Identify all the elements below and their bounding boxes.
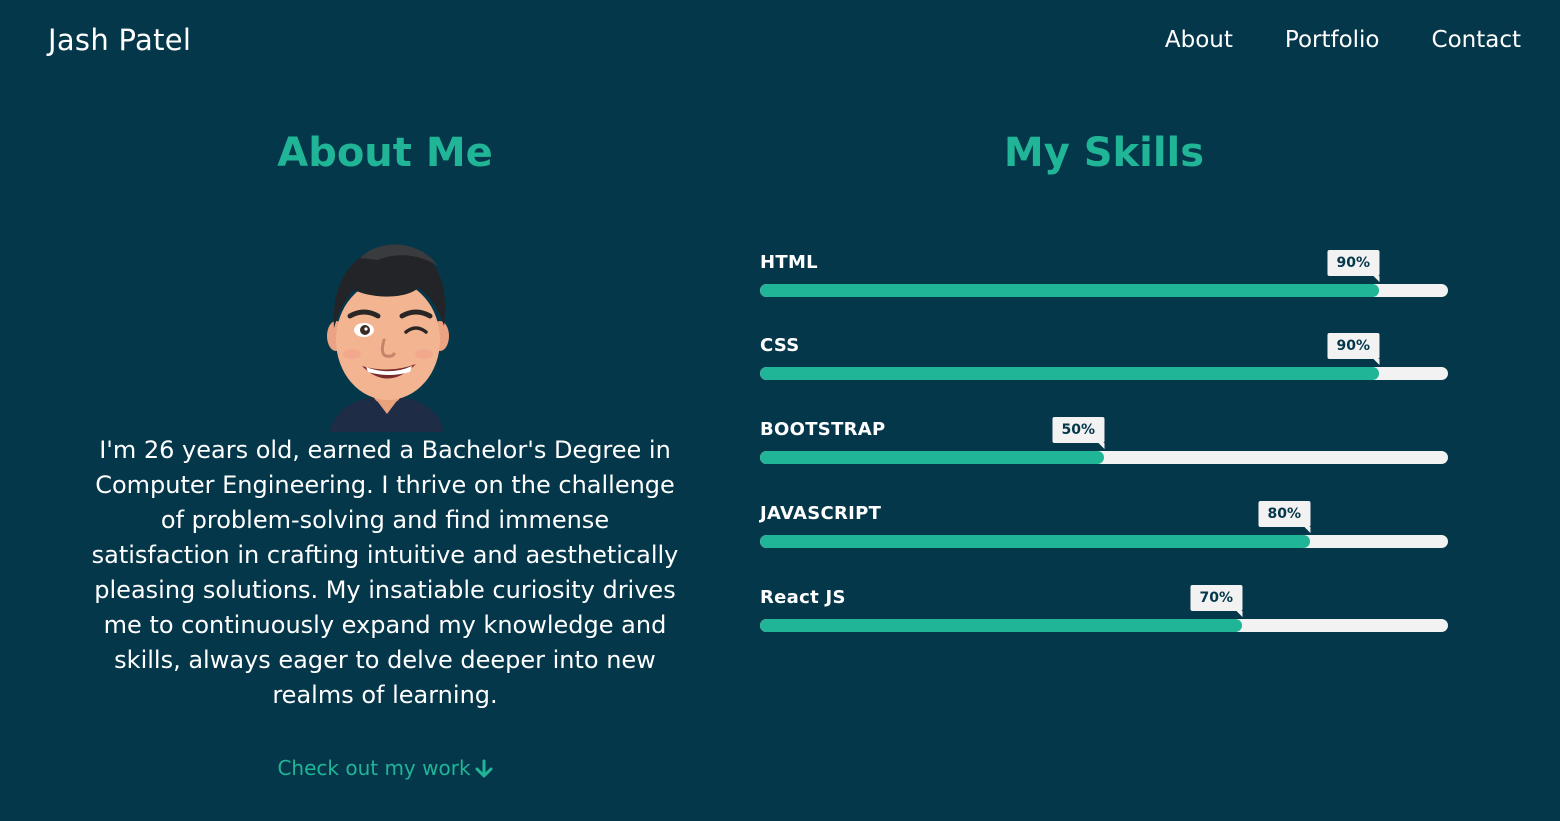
- skill-name: JAVASCRIPT: [760, 503, 882, 524]
- skill-progress-fill: [760, 619, 1242, 632]
- arrow-down-icon: [475, 756, 493, 788]
- skill-bootstrap: BOOTSTRAP 50%: [760, 417, 1448, 481]
- skill-progress-track: [760, 284, 1448, 297]
- avatar: [320, 236, 454, 432]
- skills-title: My Skills: [1003, 130, 1205, 176]
- skill-progress-fill: [760, 451, 1104, 464]
- nav-link-about[interactable]: About: [1165, 27, 1233, 53]
- skill-css: CSS 90%: [760, 333, 1448, 397]
- skill-percent-badge: 90%: [1327, 333, 1379, 365]
- skill-name: BOOTSTRAP: [760, 419, 886, 440]
- nav-link-portfolio[interactable]: Portfolio: [1285, 27, 1380, 53]
- navbar: Jash Patel About Portfolio Contact: [0, 0, 1560, 80]
- skill-name: HTML: [760, 252, 818, 273]
- skill-progress-fill: [760, 535, 1310, 548]
- skill-percent-badge: 80%: [1258, 501, 1310, 533]
- skill-progress-fill: [760, 284, 1379, 297]
- skill-percent-badge: 50%: [1052, 417, 1104, 449]
- skill-percent-badge: 90%: [1327, 250, 1379, 282]
- skill-progress-track: [760, 619, 1448, 632]
- skill-progress-fill: [760, 367, 1379, 380]
- check-out-work-link[interactable]: Check out my work: [240, 752, 530, 788]
- skill-percent-badge: 70%: [1190, 585, 1242, 617]
- skill-progress-track: [760, 451, 1448, 464]
- skill-progress-track: [760, 367, 1448, 380]
- about-title: About Me: [277, 130, 493, 176]
- nav-links: About Portfolio Contact: [1165, 20, 1521, 60]
- nav-link-contact[interactable]: Contact: [1432, 27, 1521, 53]
- skill-name: CSS: [760, 335, 800, 356]
- skill-html: HTML 90%: [760, 250, 1448, 314]
- skill-name: React JS: [760, 587, 846, 608]
- cta-label: Check out my work: [277, 756, 471, 780]
- skill-javascript: JAVASCRIPT 80%: [760, 501, 1448, 565]
- skill-progress-track: [760, 535, 1448, 548]
- about-description: I'm 26 years old, earned a Bachelor's De…: [91, 436, 679, 709]
- skill-react-js: React JS 70%: [760, 585, 1448, 649]
- brand-link[interactable]: Jash Patel: [48, 20, 191, 60]
